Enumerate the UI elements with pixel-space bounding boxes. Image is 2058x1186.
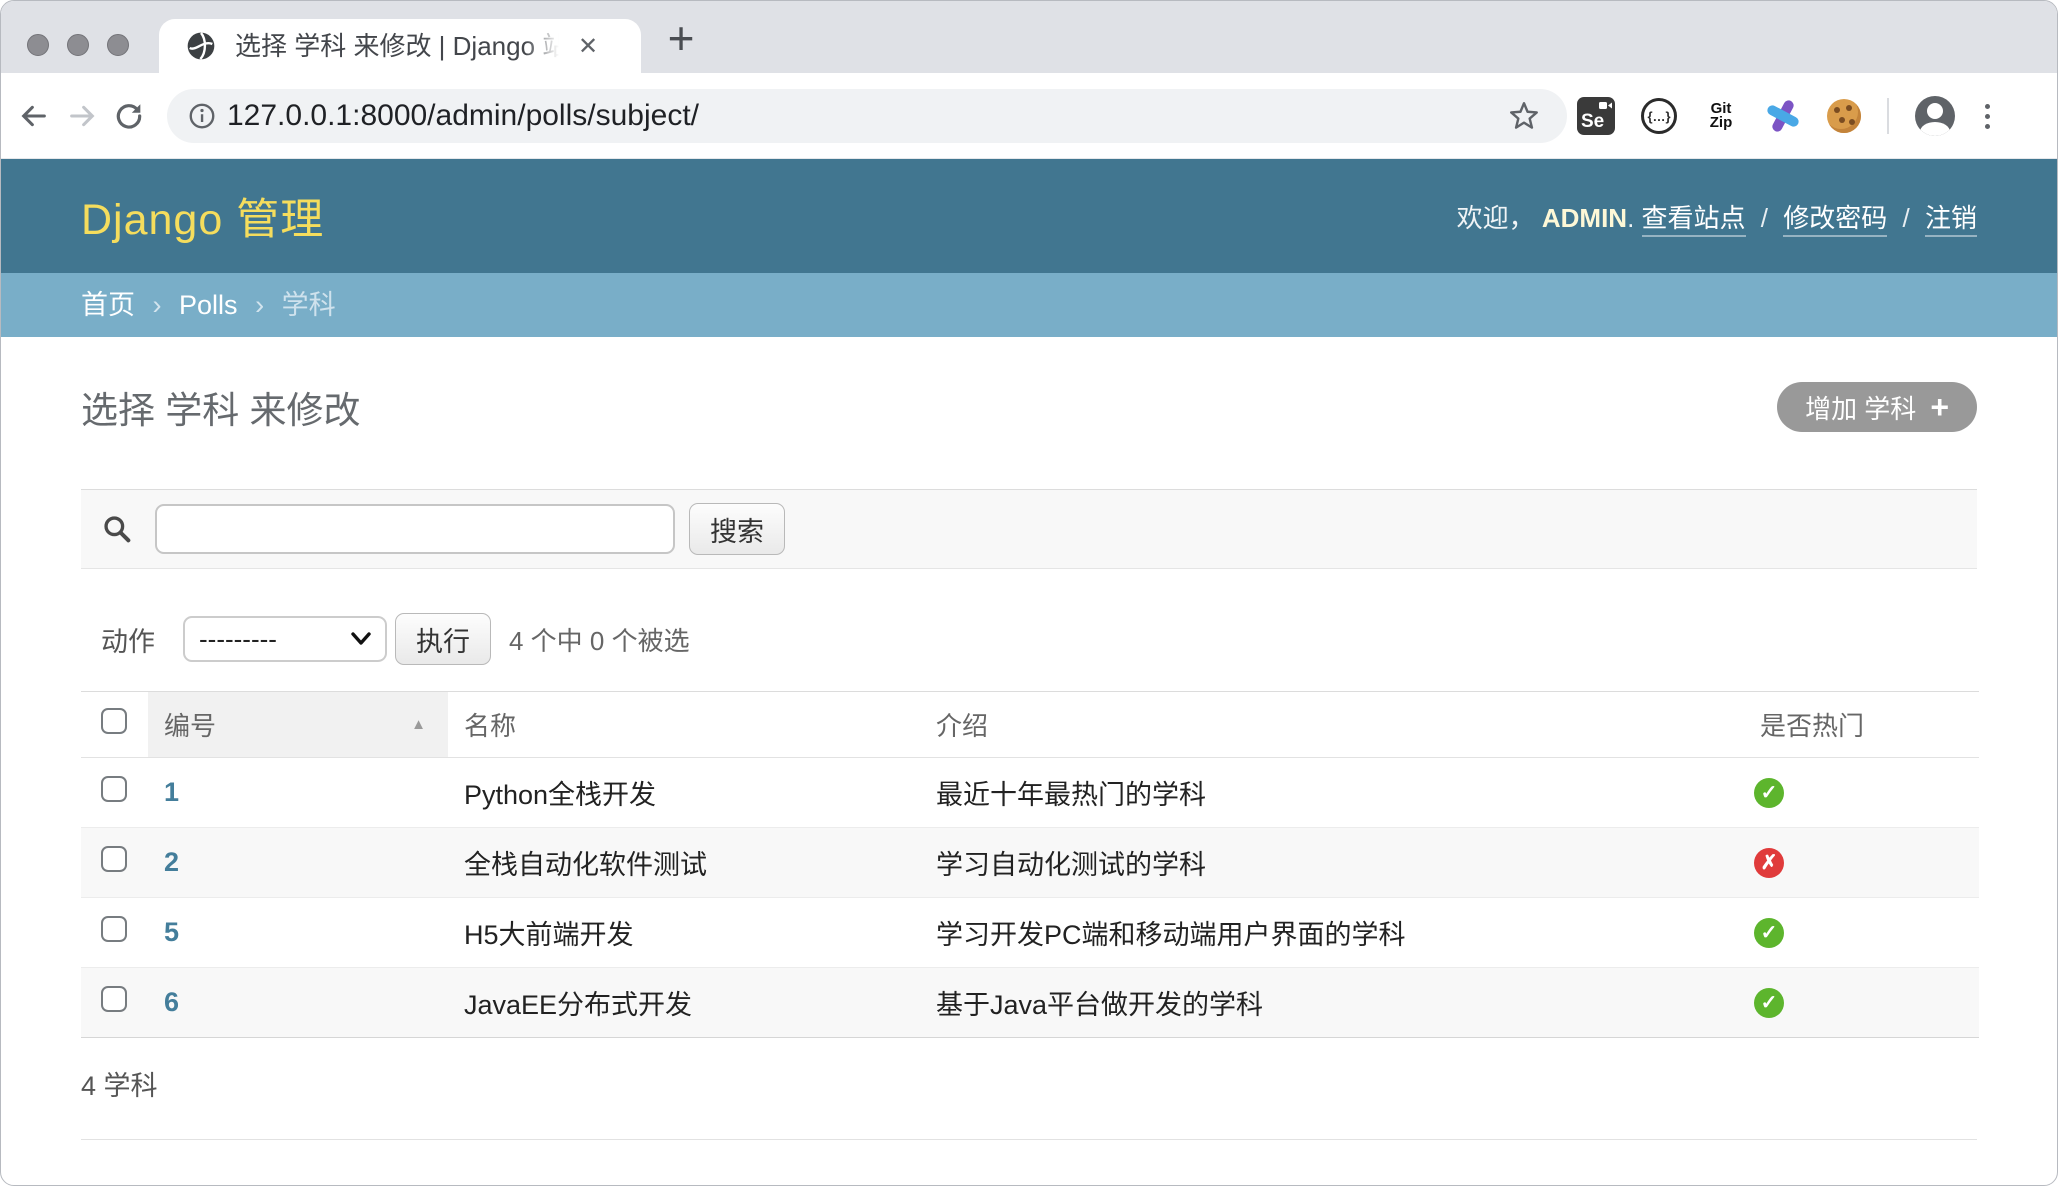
table-header-row: 编号 ▲ 名称 介绍 是否热门 [81, 692, 1979, 758]
table-row: 5 H5大前端开发 学习开发PC端和移动端用户界面的学科 ✓ [81, 898, 1979, 968]
browser-tab[interactable]: 选择 学科 来修改 | Django 站点管理员 ✕ [159, 19, 641, 73]
profile-avatar[interactable] [1915, 96, 1955, 136]
tab-title-fade [525, 28, 565, 64]
subject-table: 编号 ▲ 名称 介绍 是否热门 1 Python全栈开发 最近十年最热门的学科 … [81, 691, 1979, 1038]
page-info-icon[interactable] [187, 101, 217, 131]
traffic-lights [27, 34, 129, 56]
subject-desc: 基于Java平台做开发的学科 [920, 968, 1680, 1038]
view-site-link[interactable]: 查看站点 [1642, 203, 1746, 237]
forward-icon[interactable] [67, 100, 99, 132]
tab-title: 选择 学科 来修改 | Django 站点管理员 [235, 28, 565, 64]
add-subject-button[interactable]: 增加 学科 + [1777, 382, 1977, 432]
gitzip-extension-icon[interactable]: Git Zip [1703, 102, 1739, 131]
cookie-extension-icon[interactable] [1827, 99, 1861, 133]
table-row: 2 全栈自动化软件测试 学习自动化测试的学科 ✗ [81, 828, 1979, 898]
column-header-name[interactable]: 名称 [448, 692, 920, 758]
execute-button[interactable]: 执行 [395, 613, 491, 665]
breadcrumb-home-link[interactable]: 首页 [81, 290, 135, 320]
browser-menu-icon[interactable] [1981, 104, 1994, 129]
breadcrumb-current: 学科 [282, 290, 336, 320]
action-label: 动作 [101, 620, 155, 659]
breadcrumb-polls-link[interactable]: Polls [179, 290, 238, 320]
hot-status-icon: ✓ [1754, 988, 1784, 1018]
close-window-button[interactable] [27, 34, 49, 56]
minimize-window-button[interactable] [67, 34, 89, 56]
back-icon[interactable] [17, 100, 49, 132]
site-title[interactable]: Django 管理 [81, 185, 324, 247]
reload-icon[interactable] [113, 100, 145, 132]
zoom-window-button[interactable] [107, 34, 129, 56]
row-checkbox[interactable] [101, 846, 127, 872]
bookmark-star-icon[interactable] [1507, 99, 1541, 133]
table-row: 1 Python全栈开发 最近十年最热门的学科 ✓ [81, 758, 1979, 828]
breadcrumb: 首页 › Polls › 学科 [1, 273, 2057, 337]
subject-desc: 学习自动化测试的学科 [920, 828, 1680, 898]
tab-strip: 选择 学科 来修改 | Django 站点管理员 ✕ + [1, 1, 2057, 73]
row-checkbox[interactable] [101, 916, 127, 942]
browser-window: 选择 学科 来修改 | Django 站点管理员 ✕ + 127.0.0.1:8… [0, 0, 2058, 1186]
change-password-link[interactable]: 修改密码 [1783, 203, 1887, 237]
subject-name: Python全栈开发 [448, 758, 920, 828]
new-tab-button[interactable]: + [657, 15, 705, 61]
url-text[interactable]: 127.0.0.1:8000/admin/polls/subject/ [227, 99, 699, 133]
user-tools: 欢迎， ADMIN. 查看站点 / 修改密码 / 注销 [1457, 198, 1977, 235]
subject-name: JavaEE分布式开发 [448, 968, 920, 1038]
subject-desc: 最近十年最热门的学科 [920, 758, 1680, 828]
action-select[interactable]: --------- [183, 616, 387, 662]
row-checkbox[interactable] [101, 776, 127, 802]
asterisk-extension-icon[interactable] [1765, 98, 1801, 134]
footer-divider [81, 1139, 1977, 1140]
search-toolbar: 搜索 [81, 489, 1977, 569]
subject-name: 全栈自动化软件测试 [448, 828, 920, 898]
hot-status-icon: ✗ [1754, 848, 1784, 878]
subject-id-link[interactable]: 5 [164, 917, 179, 947]
browser-toolbar: 127.0.0.1:8000/admin/polls/subject/ Se {… [1, 73, 2057, 159]
address-bar[interactable]: 127.0.0.1:8000/admin/polls/subject/ [167, 89, 1567, 143]
table-row: 6 JavaEE分布式开发 基于Java平台做开发的学科 ✓ [81, 968, 1979, 1038]
column-header-hot[interactable]: 是否热门 [1680, 692, 1979, 758]
sort-ascending-icon[interactable]: ▲ [411, 716, 426, 733]
column-header-desc[interactable]: 介绍 [920, 692, 1680, 758]
username: ADMIN [1542, 203, 1627, 233]
search-icon [101, 513, 133, 545]
search-input[interactable] [155, 504, 675, 554]
globe-favicon-icon [185, 30, 217, 62]
hot-status-icon: ✓ [1754, 918, 1784, 948]
subject-id-link[interactable]: 1 [164, 777, 179, 807]
page-title: 选择 学科 来修改 [81, 380, 361, 434]
selenium-extension-icon[interactable]: Se [1577, 97, 1615, 135]
logout-link[interactable]: 注销 [1925, 203, 1977, 237]
subject-name: H5大前端开发 [448, 898, 920, 968]
plus-icon: + [1930, 391, 1949, 423]
search-button[interactable]: 搜索 [689, 503, 785, 555]
column-header-id[interactable]: 编号 ▲ [148, 692, 448, 758]
subject-desc: 学习开发PC端和移动端用户界面的学科 [920, 898, 1680, 968]
toolbar-separator [1887, 98, 1889, 134]
chevron-down-icon [351, 632, 371, 646]
json-viewer-extension-icon[interactable]: {…} [1641, 98, 1677, 134]
result-count: 4 学科 [81, 1038, 1977, 1139]
welcome-text: 欢迎， [1457, 203, 1535, 233]
actions-row: 动作 --------- 执行 4 个中 0 个被选 [81, 615, 1977, 663]
admin-header: Django 管理 欢迎， ADMIN. 查看站点 / 修改密码 / 注销 [1, 159, 2057, 273]
selection-counter: 4 个中 0 个被选 [509, 621, 690, 658]
subject-id-link[interactable]: 2 [164, 847, 179, 877]
tab-close-icon[interactable]: ✕ [571, 29, 605, 63]
hot-status-icon: ✓ [1754, 778, 1784, 808]
select-all-checkbox[interactable] [101, 708, 127, 734]
extensions-row: Se {…} Git Zip [1577, 98, 1994, 134]
changelist-content: 选择 学科 来修改 增加 学科 + 搜索 动作 --------- 执行 [1, 381, 2057, 1140]
row-checkbox[interactable] [101, 986, 127, 1012]
subject-id-link[interactable]: 6 [164, 987, 179, 1017]
